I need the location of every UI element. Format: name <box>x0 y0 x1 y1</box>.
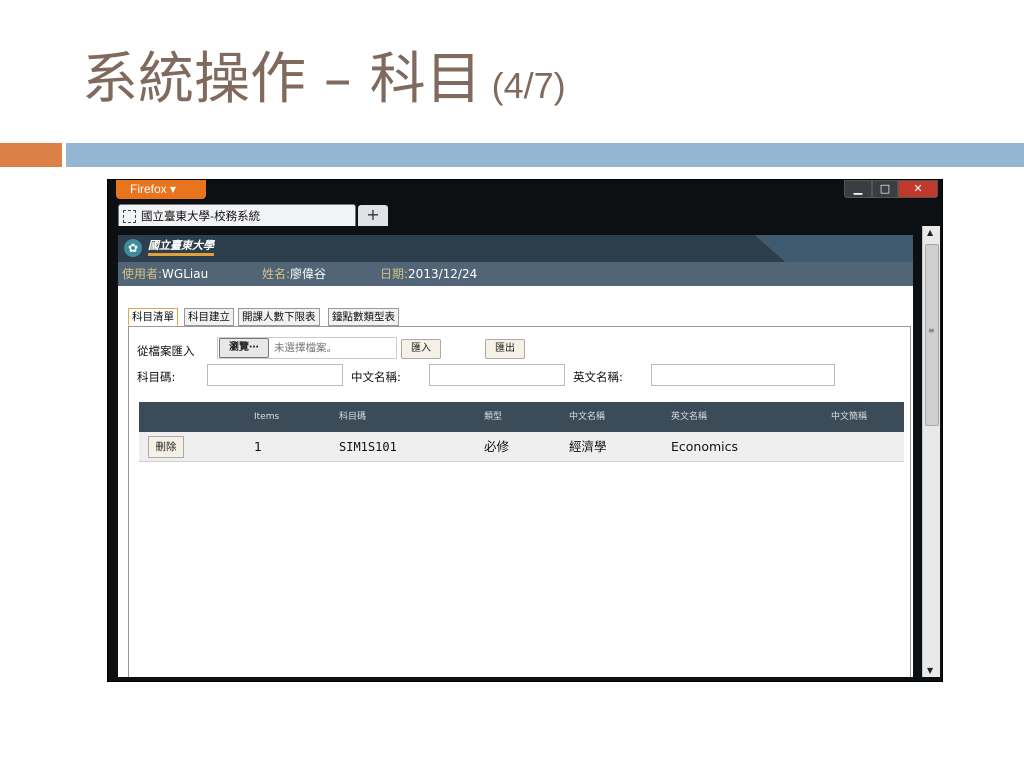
date-field: 日期:2013/12/24 <box>380 262 477 286</box>
logo-strip <box>148 253 214 256</box>
university-logo-icon: ✿ <box>124 239 142 257</box>
column-header-type: 類型 <box>484 412 503 422</box>
cell-code: SIM1S101 <box>339 440 397 454</box>
file-placeholder: 未選擇檔案。 <box>274 342 337 354</box>
user-key: 使用者: <box>122 267 163 281</box>
site-header: ✿ 國立臺東大學 <box>118 235 913 262</box>
scroll-up-icon[interactable]: ▲ <box>927 228 933 237</box>
date-value: 2013/12/24 <box>408 267 478 281</box>
column-header-items: Items <box>254 412 280 422</box>
minimize-button[interactable]: ▁ <box>844 180 872 198</box>
column-header-zh-name: 中文名稱 <box>569 412 606 422</box>
table-row: 刪除 1 SIM1S101 必修 經濟學 Economics <box>139 432 904 462</box>
slide-title: 系統操作 – 科目 (4/7) <box>82 40 566 120</box>
cell-type: 必修 <box>484 439 510 454</box>
browser-tab-title: 國立臺東大學-校務系統 <box>141 209 261 223</box>
user-info-bar: 使用者:WGLiau 姓名:廖偉谷 日期:2013/12/24 <box>118 262 913 286</box>
scrollbar-thumb[interactable] <box>925 244 939 426</box>
new-tab-button[interactable]: + <box>358 205 388 226</box>
import-button[interactable]: 匯入 <box>401 339 441 359</box>
english-name-label: 英文名稱: <box>573 370 623 384</box>
column-header-code: 科目碼 <box>339 412 367 422</box>
page-icon <box>123 210 136 223</box>
export-button[interactable]: 匯出 <box>485 339 525 359</box>
subject-list-panel: 從檔案匯入 未選擇檔案。 瀏覽⋯ 匯入 匯出 科目碼: 中文名稱: 英文名稱: … <box>128 326 911 677</box>
chinese-name-input[interactable] <box>429 364 565 386</box>
name-value: 廖偉谷 <box>290 267 327 281</box>
user-field: 使用者:WGLiau <box>122 262 208 286</box>
accent-band-blue <box>66 143 1024 167</box>
scroll-grip-icon: ≡ <box>928 326 935 335</box>
tab-min-enrollment[interactable]: 開課人數下限表 <box>238 308 320 326</box>
maximize-button[interactable]: □ <box>872 180 898 198</box>
header-decoration <box>754 235 913 262</box>
name-key: 姓名: <box>262 267 291 281</box>
tab-subject-create[interactable]: 科目建立 <box>184 308 234 326</box>
file-import-label: 從檔案匯入 <box>137 344 195 358</box>
cell-items: 1 <box>254 439 262 454</box>
date-key: 日期: <box>380 267 409 281</box>
university-name: 國立臺東大學 <box>148 239 214 252</box>
firefox-menu-button[interactable]: Firefox ▾ <box>116 180 206 199</box>
cell-zh-name: 經濟學 <box>569 439 607 454</box>
tab-hour-types[interactable]: 鐘點數類型表 <box>328 308 399 326</box>
tab-subject-list[interactable]: 科目清單 <box>128 308 178 326</box>
subject-code-input[interactable] <box>207 364 343 386</box>
chinese-name-label: 中文名稱: <box>351 370 401 384</box>
column-header-en-name: 英文名稱 <box>671 412 708 422</box>
column-header-zh-short: 中文簡稱 <box>831 412 868 422</box>
browse-button[interactable]: 瀏覽⋯ <box>219 338 269 358</box>
accent-band-orange <box>0 143 62 167</box>
cell-en-name: Economics <box>671 439 739 454</box>
scroll-down-icon[interactable]: ▼ <box>927 666 933 675</box>
delete-button[interactable]: 刪除 <box>148 436 184 458</box>
browser-tab[interactable]: 國立臺東大學-校務系統 <box>118 204 356 226</box>
vertical-scrollbar[interactable]: ▲ ≡ ▼ <box>922 226 940 677</box>
subject-code-label: 科目碼: <box>137 370 176 384</box>
page-content: ✿ 國立臺東大學 使用者:WGLiau 姓名:廖偉谷 日期:2013/12/24… <box>118 235 913 677</box>
close-button[interactable]: ✕ <box>898 180 938 198</box>
name-field: 姓名:廖偉谷 <box>262 262 326 286</box>
english-name-input[interactable] <box>651 364 835 386</box>
slide-subtitle: (4/7) <box>491 65 566 106</box>
table-header: Items 科目碼 類型 中文名稱 英文名稱 中文簡稱 <box>139 402 904 432</box>
browser-window: Firefox ▾ ▁ □ ✕ 國立臺東大學-校務系統 + ✿ 國立臺東大學 使… <box>107 179 943 682</box>
slide-title-text: 系統操作 – 科目 <box>82 47 482 112</box>
user-value: WGLiau <box>162 267 209 281</box>
